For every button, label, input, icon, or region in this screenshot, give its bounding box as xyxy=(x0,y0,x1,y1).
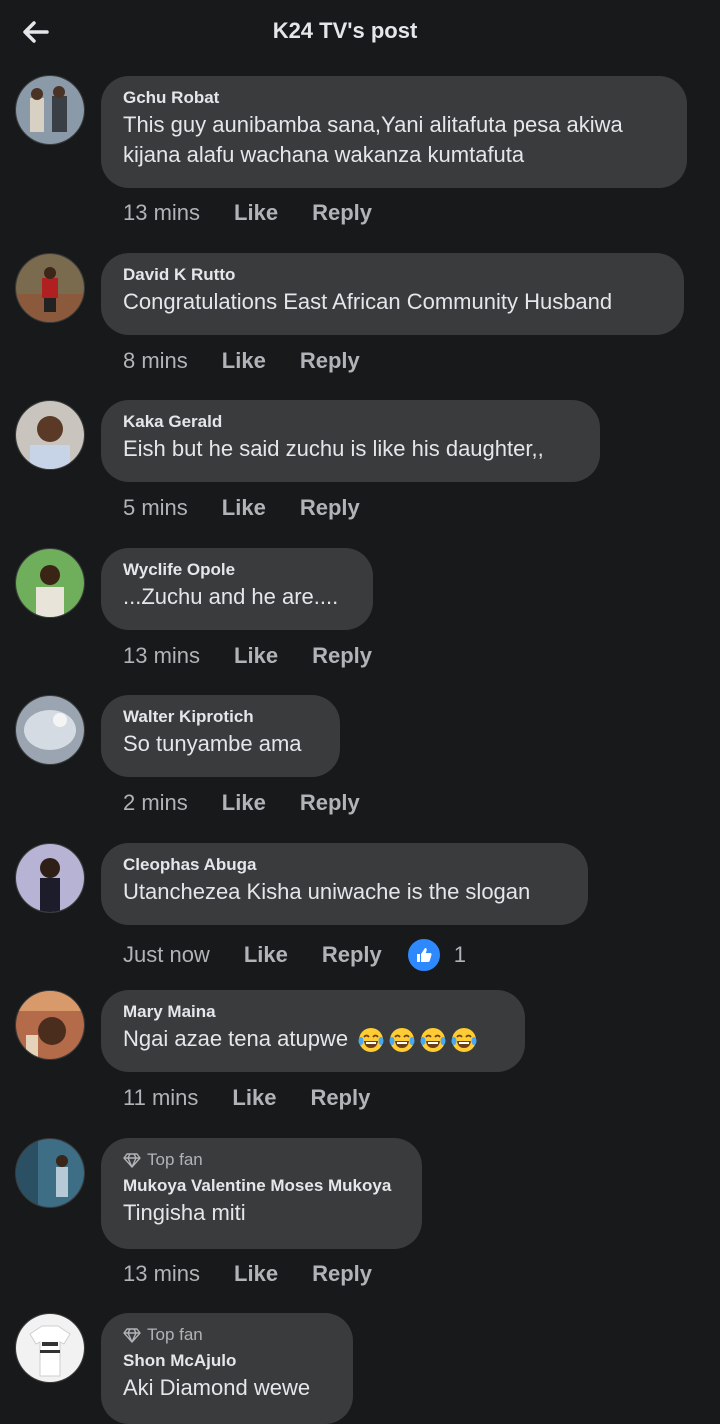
comment-bubble[interactable]: Wyclife Opole ...Zuchu and he are.... xyxy=(101,548,373,630)
comment-bubble[interactable]: David K Rutto Congratulations East Afric… xyxy=(101,253,684,335)
comment-actions: 13 mins Like Reply xyxy=(123,200,406,226)
comment-time[interactable]: Just now xyxy=(123,942,210,968)
comment-author[interactable]: Wyclife Opole xyxy=(123,560,351,580)
comment-actions: 13 mins Like Reply xyxy=(123,1261,406,1287)
avatar[interactable] xyxy=(15,990,85,1060)
tears-of-joy-emoji xyxy=(451,1028,477,1053)
comment-bubble[interactable]: Mary Maina Ngai azae tena atupwe xyxy=(101,990,525,1072)
tears-of-joy-emoji xyxy=(389,1028,415,1053)
comment-author[interactable]: Mary Maina xyxy=(123,1002,503,1022)
comment-actions: 13 mins Like Reply xyxy=(123,643,406,669)
avatar[interactable] xyxy=(15,400,85,470)
comment-time[interactable]: 13 mins xyxy=(123,200,200,226)
comment-bubble[interactable]: Walter Kiprotich So tunyambe ama xyxy=(101,695,340,777)
comment-author[interactable]: Gchu Robat xyxy=(123,88,665,108)
comment-actions: 5 mins Like Reply xyxy=(123,495,394,521)
reply-button[interactable]: Reply xyxy=(310,1085,370,1111)
comment-time[interactable]: 13 mins xyxy=(123,643,200,669)
like-button[interactable]: Like xyxy=(222,790,266,816)
comment-text: Eish but he said zuchu is like his daugh… xyxy=(123,436,544,461)
emoji-group xyxy=(348,1026,478,1053)
top-fan-badge: Top fan xyxy=(123,1325,331,1345)
comment-time[interactable]: 2 mins xyxy=(123,790,188,816)
top-fan-label: Top fan xyxy=(147,1150,203,1169)
like-button[interactable]: Like xyxy=(222,495,266,521)
comment-text: Tingisha miti xyxy=(123,1200,246,1225)
diamond-icon xyxy=(123,1153,141,1168)
reply-button[interactable]: Reply xyxy=(300,348,360,374)
tears-of-joy-emoji xyxy=(420,1028,446,1053)
comment-text: Utanchezea Kisha uniwache is the slogan xyxy=(123,879,531,904)
comment-actions: 2 mins Like Reply xyxy=(123,790,394,816)
like-button[interactable]: Like xyxy=(234,200,278,226)
comment-text: Ngai azae tena atupwe xyxy=(123,1024,503,1054)
like-button[interactable]: Like xyxy=(222,348,266,374)
reply-button[interactable]: Reply xyxy=(300,495,360,521)
comment-text: So tunyambe ama xyxy=(123,731,302,756)
comment-text: Aki Diamond wewe xyxy=(123,1375,311,1400)
comment-actions: Just now Like Reply 1 xyxy=(123,937,466,973)
comment-author[interactable]: Shon McAjulo xyxy=(123,1351,331,1371)
comment-author[interactable]: Mukoya Valentine Moses Mukoya xyxy=(123,1176,400,1196)
reply-button[interactable]: Reply xyxy=(322,942,382,968)
comment-time[interactable]: 8 mins xyxy=(123,348,188,374)
like-button[interactable]: Like xyxy=(244,942,288,968)
comment-text: This guy aunibamba sana,Yani alitafuta p… xyxy=(123,112,623,167)
page-title: K24 TV's post xyxy=(272,18,418,43)
comment-author[interactable]: Walter Kiprotich xyxy=(123,707,318,727)
avatar[interactable] xyxy=(15,1313,85,1383)
like-button[interactable]: Like xyxy=(234,643,278,669)
avatar[interactable] xyxy=(15,1138,85,1208)
reply-button[interactable]: Reply xyxy=(312,200,372,226)
tears-of-joy-emoji xyxy=(358,1028,384,1053)
comment-bubble[interactable]: Top fan Mukoya Valentine Moses Mukoya Ti… xyxy=(101,1138,422,1249)
comment-text: ...Zuchu and he are.... xyxy=(123,584,339,609)
comment-time[interactable]: 11 mins xyxy=(123,1085,198,1111)
top-fan-badge: Top fan xyxy=(123,1150,400,1170)
like-button[interactable]: Like xyxy=(232,1085,276,1111)
comment-author[interactable]: David K Rutto xyxy=(123,265,662,285)
comment-bubble[interactable]: Gchu Robat This guy aunibamba sana,Yani … xyxy=(101,76,687,188)
comment-author[interactable]: Kaka Gerald xyxy=(123,412,578,432)
reaction-count: 1 xyxy=(453,942,467,967)
comment-bubble[interactable]: Kaka Gerald Eish but he said zuchu is li… xyxy=(101,400,600,482)
avatar[interactable] xyxy=(15,253,85,323)
comment-text: Congratulations East African Community H… xyxy=(123,289,613,314)
comment-bubble[interactable]: Top fan Shon McAjulo Aki Diamond wewe xyxy=(101,1313,353,1424)
comment-actions: 11 mins Like Reply xyxy=(123,1085,404,1111)
comment-time[interactable]: 13 mins xyxy=(123,1261,200,1287)
reply-button[interactable]: Reply xyxy=(312,643,372,669)
top-fan-label: Top fan xyxy=(147,1325,203,1344)
comment-text-content: Ngai azae tena atupwe xyxy=(123,1026,349,1051)
top-bar: K24 TV's post xyxy=(0,0,720,66)
avatar[interactable] xyxy=(15,843,85,913)
diamond-icon xyxy=(123,1328,141,1343)
reply-button[interactable]: Reply xyxy=(300,790,360,816)
reaction-summary[interactable]: 1 xyxy=(405,937,467,973)
avatar[interactable] xyxy=(15,75,85,145)
avatar[interactable] xyxy=(15,548,85,618)
comment-time[interactable]: 5 mins xyxy=(123,495,188,521)
like-button[interactable]: Like xyxy=(234,1261,278,1287)
comment-author[interactable]: Cleophas Abuga xyxy=(123,855,566,875)
comment-actions: 8 mins Like Reply xyxy=(123,348,394,374)
thumbs-up-icon xyxy=(405,937,442,973)
reply-button[interactable]: Reply xyxy=(312,1261,372,1287)
avatar[interactable] xyxy=(15,695,85,765)
comment-bubble[interactable]: Cleophas Abuga Utanchezea Kisha uniwache… xyxy=(101,843,588,925)
